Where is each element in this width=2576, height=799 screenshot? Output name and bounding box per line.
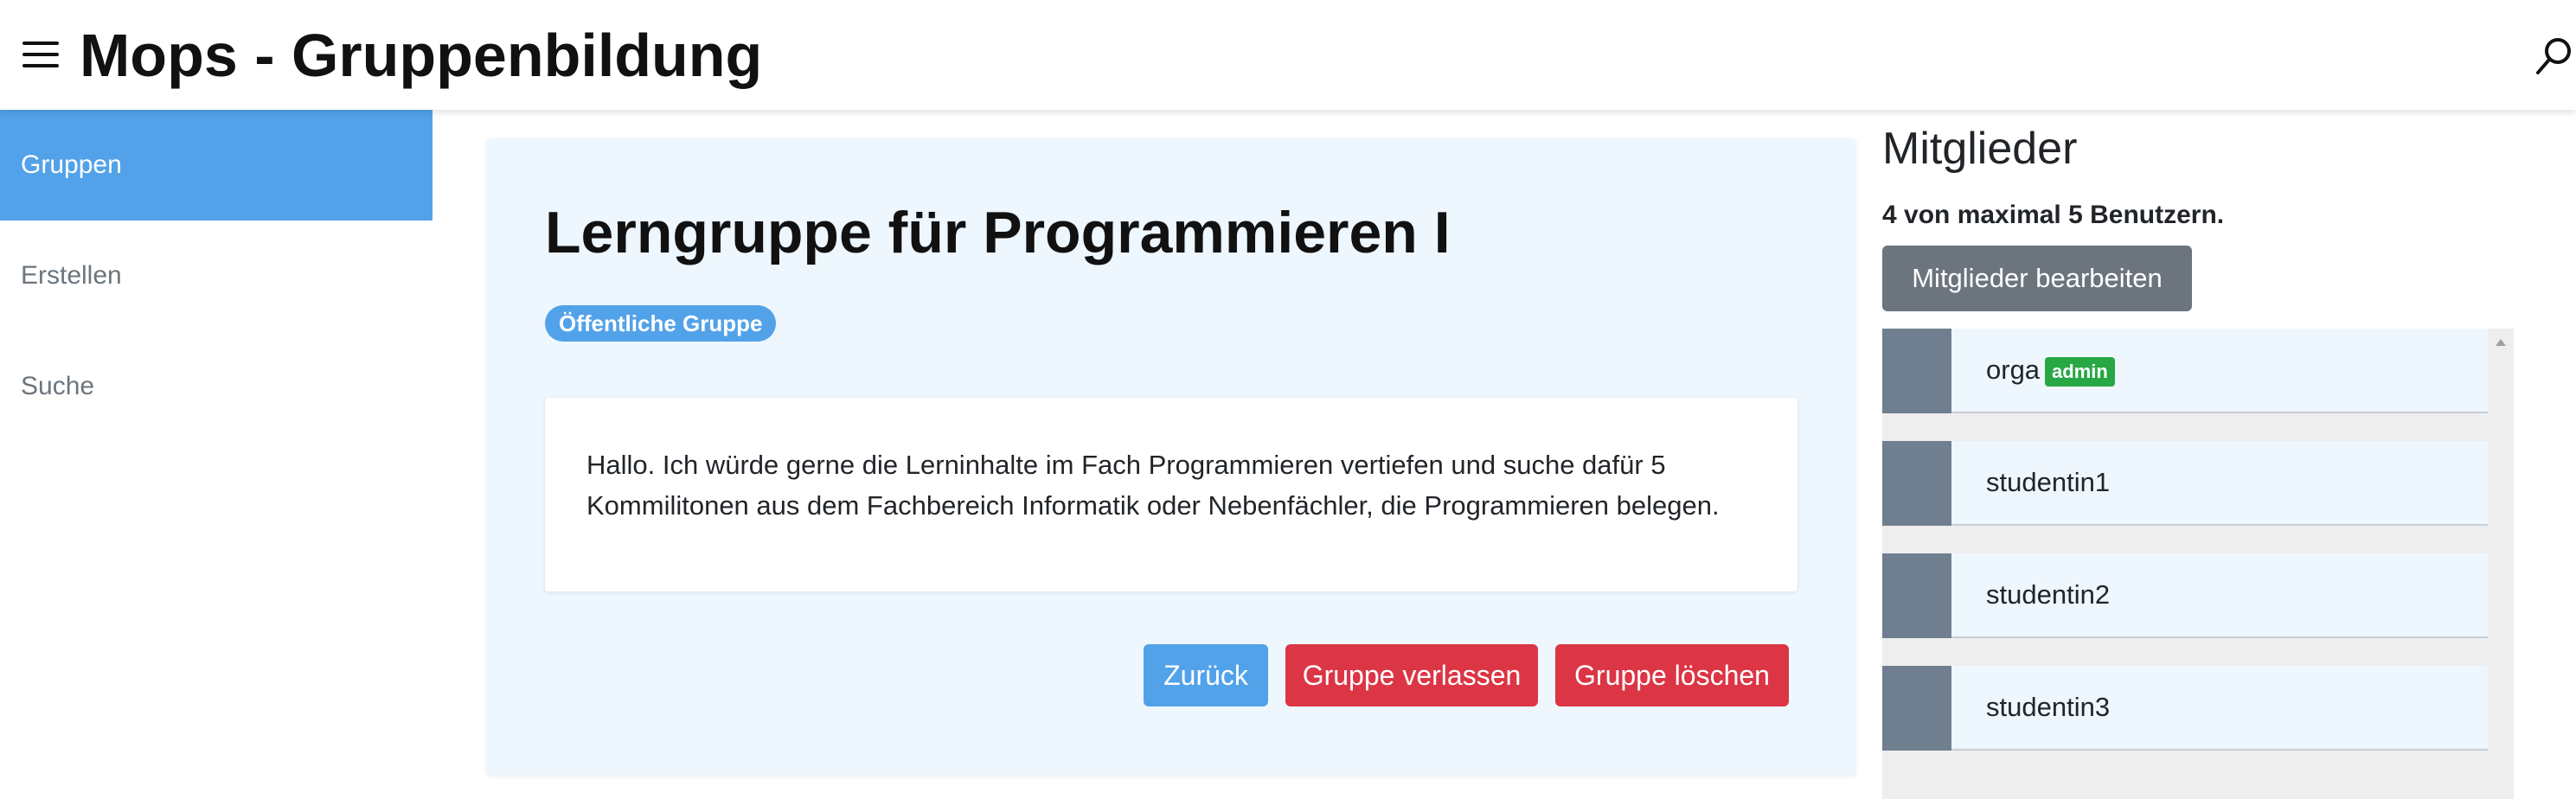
avatar: [1882, 553, 1951, 638]
list-item: orga admin: [1882, 329, 2488, 413]
sidebar-item-suche[interactable]: Suche: [0, 331, 433, 442]
member-name: studentin2: [1986, 579, 2111, 610]
avatar: [1882, 666, 1951, 751]
list-item: studentin1: [1882, 441, 2488, 526]
member-name: orga admin: [1986, 329, 2115, 412]
member-name: studentin3: [1986, 692, 2111, 722]
sidebar-item-gruppen[interactable]: Gruppen: [0, 110, 433, 221]
group-title: Lerngruppe für Programmieren I: [545, 200, 1451, 265]
member-name-text: orga: [1986, 355, 2041, 385]
top-bar: Mops - Gruppenbildung: [0, 0, 2576, 110]
group-description: Hallo. Ich würde gerne die Lerninhalte i…: [545, 398, 1797, 591]
hamburger-line: [22, 64, 59, 67]
list-item: studentin3: [1882, 666, 2488, 751]
app-title: Mops - Gruppenbildung: [80, 22, 763, 89]
avatar: [1882, 441, 1951, 526]
member-name: studentin1: [1986, 467, 2111, 497]
hamburger-line: [22, 53, 59, 56]
members-title: Mitglieder: [1882, 124, 2078, 174]
visibility-badge: Öffentliche Gruppe: [545, 305, 777, 342]
back-button[interactable]: Zurück: [1144, 644, 1268, 706]
group-card: Lerngruppe für Programmieren I Öffentlic…: [486, 138, 1856, 776]
leave-group-button[interactable]: Gruppe verlassen: [1285, 644, 1538, 706]
scroll-up-arrow-icon[interactable]: [2496, 339, 2506, 346]
hamburger-line: [22, 42, 59, 45]
delete-group-button[interactable]: Gruppe löschen: [1555, 644, 1789, 706]
admin-badge: admin: [2045, 356, 2115, 387]
list-item: studentin2: [1882, 553, 2488, 638]
avatar: [1882, 329, 1951, 413]
search-icon[interactable]: [2533, 35, 2574, 78]
edit-members-button[interactable]: Mitglieder bearbeiten: [1882, 246, 2192, 311]
description-text: Hallo. Ich würde gerne die Lerninhalte i…: [586, 450, 1720, 521]
sidebar-item-erstellen[interactable]: Erstellen: [0, 221, 433, 331]
scrollbar[interactable]: [2488, 329, 2514, 799]
hamburger-menu-icon[interactable]: [22, 40, 59, 69]
member-list: orga admin studentin1 studentin2 studenti…: [1882, 329, 2514, 799]
sidebar: Gruppen Erstellen Suche: [0, 110, 433, 799]
members-count: 4 von maximal 5 Benutzern.: [1882, 201, 2225, 229]
search-icon-svg: [2536, 38, 2571, 74]
